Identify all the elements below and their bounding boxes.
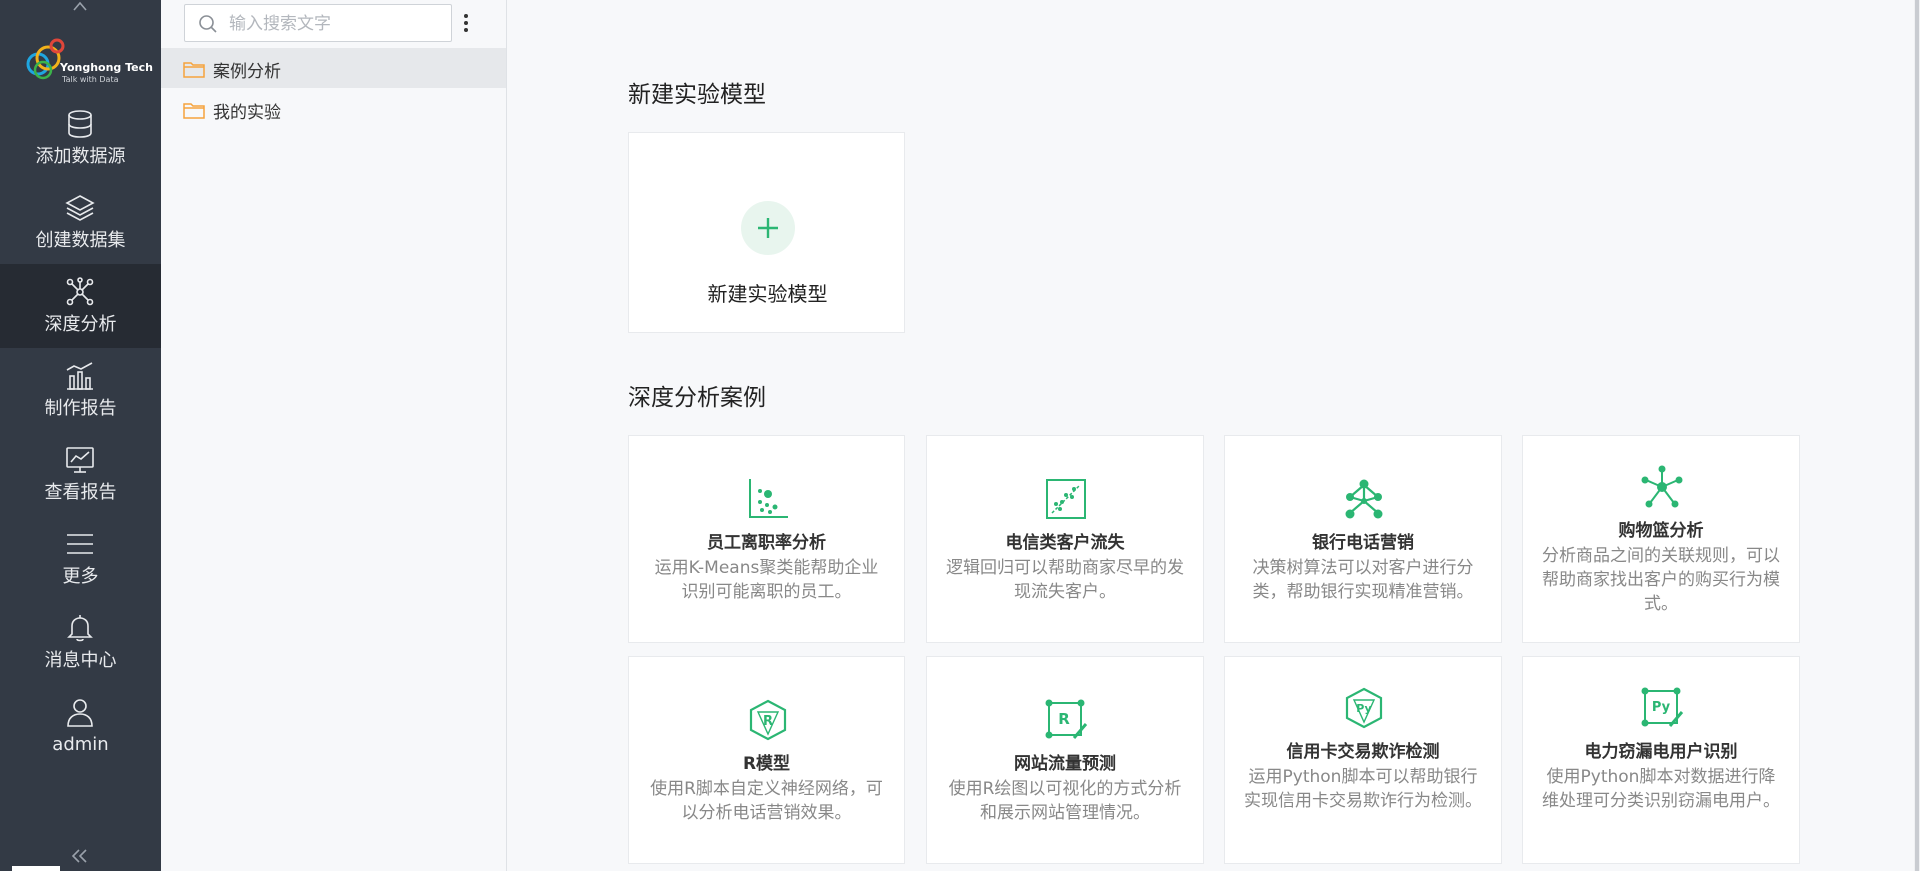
folder-icon bbox=[183, 62, 205, 78]
case-card-market-basket[interactable]: 购物篮分析 分析商品之间的关联规则，可以帮助商家找出客户的购买行为模式。 bbox=[1522, 435, 1800, 643]
logo-tagline: Talk with Data bbox=[62, 75, 119, 84]
case-description: 使用R脚本自定义神经网络，可以分析电话营销效果。 bbox=[650, 779, 883, 823]
nav-create-dataset[interactable]: 创建数据集 bbox=[0, 180, 161, 264]
add-circle bbox=[741, 201, 795, 255]
association-icon bbox=[1641, 465, 1683, 508]
nav-label: 制作报告 bbox=[44, 398, 117, 419]
svg-text:R: R bbox=[1058, 710, 1070, 728]
main-content: 新建实验模型 新建实验模型 深度分析案例 员工离职率分析 运用K-Means聚类… bbox=[507, 0, 1920, 871]
case-title: 购物篮分析 bbox=[1618, 521, 1704, 541]
case-title: 信用卡交易欺诈检测 bbox=[1286, 742, 1440, 762]
new-model-label: 新建实验模型 bbox=[707, 282, 828, 306]
monitor-chart-icon bbox=[66, 447, 94, 473]
nav-label: 消息中心 bbox=[44, 650, 117, 671]
case-title: 电信类客户流失 bbox=[1005, 533, 1125, 553]
case-description: 使用Python脚本对数据进行降维处理可分类识别窃漏电用户。 bbox=[1542, 767, 1780, 811]
plus-icon bbox=[758, 218, 778, 238]
nav-view-report[interactable]: 查看报告 bbox=[0, 432, 161, 516]
collapse-double-chevron-icon[interactable] bbox=[70, 848, 90, 864]
search-box bbox=[184, 4, 452, 42]
svg-text:R: R bbox=[763, 714, 773, 729]
app-logo: Yonghong Tech Talk with Data bbox=[26, 34, 153, 86]
case-description: 运用K-Means聚类能帮助企业识别可能离职的员工。 bbox=[654, 558, 879, 602]
case-title: R模型 bbox=[742, 754, 791, 774]
logo-rings-icon bbox=[26, 38, 65, 80]
logo-name: Yonghong Tech bbox=[60, 61, 153, 74]
regression-icon bbox=[1046, 479, 1086, 519]
scrollbar-thumb[interactable] bbox=[1915, 0, 1919, 871]
nav-add-datasource[interactable]: 添加数据源 bbox=[0, 96, 161, 180]
nav-message-center[interactable]: 消息中心 bbox=[0, 600, 161, 684]
nav-user-admin[interactable]: admin bbox=[0, 684, 161, 768]
case-title: 员工离职率分析 bbox=[707, 533, 826, 553]
network-icon bbox=[66, 277, 94, 306]
bell-icon bbox=[67, 615, 93, 642]
user-icon bbox=[67, 699, 93, 727]
search-input[interactable] bbox=[227, 11, 446, 37]
nav-label: 查看报告 bbox=[44, 482, 117, 503]
case-description: 分析商品之间的关联规则，可以帮助商家找出客户的购买行为模式。 bbox=[1542, 546, 1780, 614]
case-description: 决策树算法可以对客户进行分类，帮助银行实现精准营销。 bbox=[1252, 558, 1474, 602]
nav-label: admin bbox=[52, 734, 109, 755]
tree-folder-label: 我的实验 bbox=[213, 103, 281, 123]
decision-tree-icon bbox=[1345, 479, 1383, 519]
r-model-icon: R bbox=[749, 699, 787, 741]
tree-folder-label: 案例分析 bbox=[213, 62, 281, 82]
scatter-plot-icon bbox=[749, 479, 788, 518]
case-title: 电力窃漏电用户识别 bbox=[1584, 742, 1738, 762]
chevron-up-icon[interactable] bbox=[72, 0, 88, 12]
new-model-card[interactable]: 新建实验模型 bbox=[628, 132, 905, 333]
svg-text:Py: Py bbox=[1356, 702, 1371, 715]
case-card-credit-card-fraud[interactable]: Py 信用卡交易欺诈检测 运用Python脚本可以帮助银行实现信用卡交易欺诈行为… bbox=[1224, 656, 1502, 864]
nav-label: 更多 bbox=[62, 566, 99, 587]
nav-label: 添加数据源 bbox=[35, 146, 126, 167]
database-icon bbox=[68, 110, 92, 138]
bottom-indicator bbox=[12, 866, 60, 871]
folder-icon bbox=[183, 103, 205, 119]
svg-text:Py: Py bbox=[1652, 700, 1671, 715]
case-title: 银行电话营销 bbox=[1312, 533, 1414, 553]
r-plot-icon: R bbox=[1045, 699, 1088, 739]
left-nav: Yonghong Tech Talk with Data 添加数据源 创建数据集 bbox=[0, 0, 161, 871]
case-card-r-model[interactable]: R R模型 使用R脚本自定义神经网络，可以分析电话营销效果。 bbox=[628, 656, 905, 864]
case-description: 运用Python脚本可以帮助银行实现信用卡交易欺诈行为检测。 bbox=[1244, 767, 1482, 811]
nav-more[interactable]: 更多 bbox=[0, 516, 161, 600]
case-description: 逻辑回归可以帮助商家尽早的发现流失客户。 bbox=[946, 558, 1184, 602]
case-card-web-traffic-forecast[interactable]: R 网站流量预测 使用R绘图以可视化的方式分析和展示网站管理情况。 bbox=[926, 656, 1204, 864]
menu-icon bbox=[67, 534, 93, 554]
more-vertical-icon[interactable] bbox=[461, 12, 471, 34]
new-model-section-title: 新建实验模型 bbox=[628, 82, 766, 108]
case-card-telecom-churn[interactable]: 电信类客户流失 逻辑回归可以帮助商家尽早的发现流失客户。 bbox=[926, 435, 1204, 643]
python-script-icon: Py bbox=[1641, 687, 1684, 727]
folder-tree-panel: 案例分析 我的实验 bbox=[161, 0, 507, 871]
python-icon: Py bbox=[1345, 687, 1383, 729]
nav-label: 深度分析 bbox=[44, 314, 117, 335]
nav-label: 创建数据集 bbox=[35, 230, 126, 251]
search-icon bbox=[199, 15, 217, 33]
bar-chart-icon bbox=[66, 362, 93, 390]
cases-section-title: 深度分析案例 bbox=[628, 385, 766, 411]
tree-folder-case-analysis[interactable]: 案例分析 bbox=[161, 48, 506, 88]
nav-make-report[interactable]: 制作报告 bbox=[0, 348, 161, 432]
case-description: 使用R绘图以可视化的方式分析和展示网站管理情况。 bbox=[948, 779, 1182, 823]
case-card-employee-attrition[interactable]: 员工离职率分析 运用K-Means聚类能帮助企业识别可能离职的员工。 bbox=[628, 435, 905, 643]
case-card-bank-telemarketing[interactable]: 银行电话营销 决策树算法可以对客户进行分类，帮助银行实现精准营销。 bbox=[1224, 435, 1502, 643]
nav-deep-analysis[interactable]: 深度分析 bbox=[0, 264, 161, 348]
case-title: 网站流量预测 bbox=[1014, 754, 1116, 774]
tree-folder-my-experiments[interactable]: 我的实验 bbox=[161, 89, 506, 129]
case-card-power-theft-detection[interactable]: Py 电力窃漏电用户识别 使用Python脚本对数据进行降维处理可分类识别窃漏电… bbox=[1522, 656, 1800, 864]
layers-icon bbox=[65, 195, 95, 221]
vertical-scrollbar[interactable] bbox=[1914, 0, 1920, 871]
